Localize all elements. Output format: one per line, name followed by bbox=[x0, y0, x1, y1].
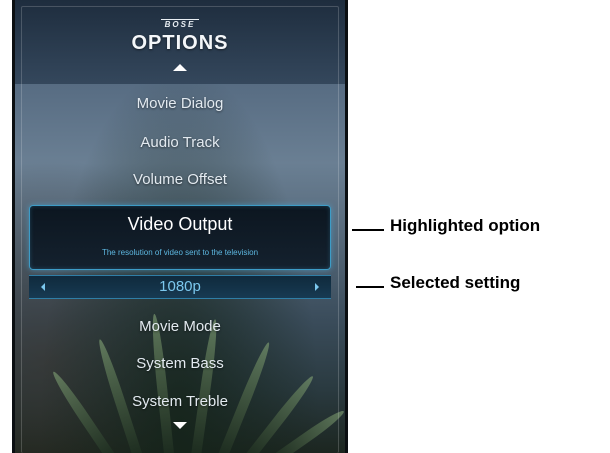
scroll-up-arrow-icon[interactable] bbox=[173, 64, 187, 71]
callout-selected-setting: Selected setting bbox=[390, 273, 521, 292]
page-title: OPTIONS bbox=[131, 32, 229, 54]
selected-setting-value: 1080p bbox=[159, 278, 201, 295]
highlighted-option-description: The resolution of video sent to the tele… bbox=[101, 248, 259, 257]
highlighted-option-label: Video Output bbox=[127, 214, 233, 234]
callout-highlighted-option: Highlighted option bbox=[390, 216, 541, 235]
menu-item-system-treble[interactable]: System Treble bbox=[15, 393, 345, 410]
menu-item-volume-offset[interactable]: Volume Offset bbox=[15, 171, 345, 188]
brand-logo: BOSE bbox=[15, 19, 345, 29]
right-arrow-icon[interactable] bbox=[315, 283, 319, 291]
setting-selector[interactable]: 1080p bbox=[29, 275, 331, 299]
highlighted-option[interactable]: Video Output The resolution of video sen… bbox=[29, 205, 331, 270]
callout-line-selected bbox=[356, 286, 384, 288]
scroll-down-arrow-icon[interactable] bbox=[173, 422, 187, 429]
callout-line-highlighted bbox=[352, 229, 384, 231]
menu-header: BOSE OPTIONS bbox=[15, 0, 345, 84]
plant-leaf bbox=[190, 318, 221, 453]
menu-item-system-bass[interactable]: System Bass bbox=[15, 355, 345, 372]
menu-item-audio-track[interactable]: Audio Track bbox=[15, 134, 345, 151]
menu-item-movie-dialog[interactable]: Movie Dialog bbox=[15, 95, 345, 112]
menu-item-movie-mode[interactable]: Movie Mode bbox=[15, 318, 345, 335]
options-menu-panel: BOSE OPTIONS Movie Dialog Audio Track Vo… bbox=[12, 0, 348, 453]
